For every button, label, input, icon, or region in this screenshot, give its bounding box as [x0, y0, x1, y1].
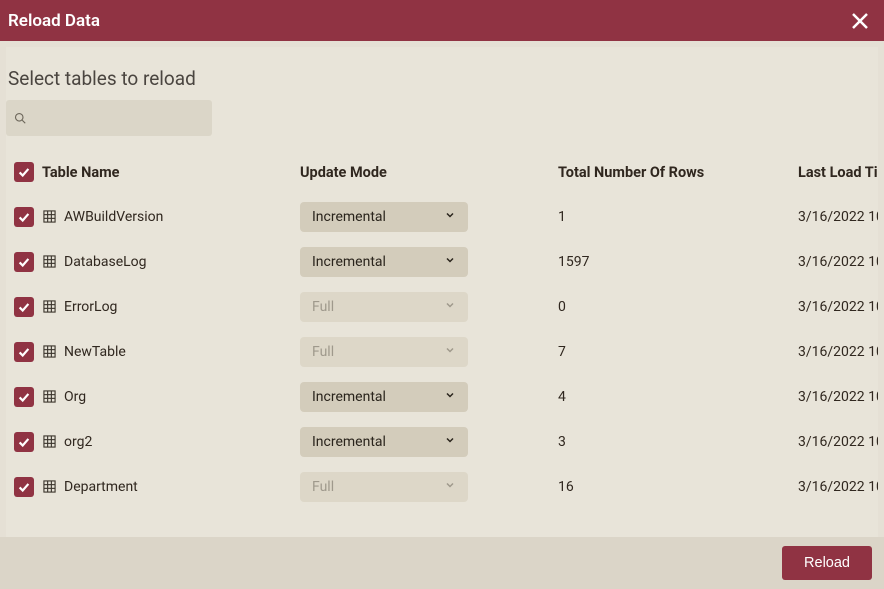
table-row: Org Incremental 43/16/2022 10: [6, 374, 878, 419]
row-count: 7: [558, 344, 798, 360]
check-icon: [17, 255, 31, 269]
table-icon: [42, 390, 56, 404]
tables-grid: Table Name Update Mode Total Number Of R…: [6, 156, 878, 509]
update-mode-value: Full: [312, 344, 334, 360]
update-mode-value: Incremental: [312, 434, 386, 450]
table-row: Department Full 163/16/2022 10: [6, 464, 878, 509]
update-mode-select[interactable]: Incremental: [300, 427, 468, 457]
update-mode-value: Incremental: [312, 209, 386, 225]
row-checkbox[interactable]: [14, 477, 34, 497]
table-name: AWBuildVersion: [64, 209, 163, 225]
chevron-down-icon: [444, 209, 456, 225]
last-load-time: 3/16/2022 10: [798, 344, 878, 360]
table-icon: [42, 255, 56, 269]
col-header-name[interactable]: Table Name: [42, 164, 300, 181]
update-mode-value: Full: [312, 299, 334, 315]
titlebar: Reload Data: [0, 0, 884, 41]
row-count: 1: [558, 209, 798, 225]
table-icon: [42, 210, 56, 224]
close-icon: [851, 12, 869, 30]
row-count: 4: [558, 389, 798, 405]
update-mode-select: Full: [300, 292, 468, 322]
chevron-down-icon: [444, 389, 456, 405]
table-icon: [42, 480, 56, 494]
update-mode-value: Incremental: [312, 254, 386, 270]
select-all-checkbox[interactable]: [14, 162, 34, 182]
row-checkbox[interactable]: [14, 297, 34, 317]
chevron-down-icon: [444, 299, 456, 315]
col-header-time[interactable]: Last Load Time: [798, 164, 878, 181]
update-mode-value: Incremental: [312, 389, 386, 405]
col-header-mode[interactable]: Update Mode: [300, 164, 558, 181]
table-name: org2: [64, 434, 92, 450]
table-name: Department: [64, 479, 138, 495]
check-icon: [17, 210, 31, 224]
dialog-footer: Reload: [0, 537, 884, 589]
update-mode-value: Full: [312, 479, 334, 495]
dialog-body: Select tables to reload Table Name Updat…: [0, 41, 884, 537]
row-count: 16: [558, 479, 798, 495]
row-count: 0: [558, 299, 798, 315]
table-icon: [42, 435, 56, 449]
table-row: NewTable Full 73/16/2022 10: [6, 329, 878, 374]
search-field[interactable]: [6, 100, 212, 136]
last-load-time: 3/16/2022 10: [798, 389, 878, 405]
subheading: Select tables to reload: [6, 47, 878, 100]
row-checkbox[interactable]: [14, 252, 34, 272]
last-load-time: 3/16/2022 10: [798, 254, 878, 270]
chevron-down-icon: [444, 254, 456, 270]
col-header-rows[interactable]: Total Number Of Rows: [558, 164, 798, 181]
dialog-title: Reload Data: [8, 11, 848, 31]
table-row: org2 Incremental 33/16/2022 10: [6, 419, 878, 464]
last-load-time: 3/16/2022 10: [798, 479, 878, 495]
check-icon: [17, 300, 31, 314]
check-icon: [17, 435, 31, 449]
reload-data-dialog: Reload Data Select tables to reload: [0, 0, 884, 589]
last-load-time: 3/16/2022 10: [798, 434, 878, 450]
check-icon: [17, 165, 31, 179]
update-mode-select: Full: [300, 472, 468, 502]
reload-button[interactable]: Reload: [782, 546, 872, 580]
update-mode-select[interactable]: Incremental: [300, 247, 468, 277]
row-checkbox[interactable]: [14, 342, 34, 362]
check-icon: [17, 345, 31, 359]
table-scroll[interactable]: Table Name Update Mode Total Number Of R…: [6, 156, 878, 537]
table-row: DatabaseLog Incremental 15973/16/2022 10: [6, 239, 878, 284]
row-count: 1597: [558, 254, 798, 270]
table-name: NewTable: [64, 344, 126, 360]
search-input[interactable]: [32, 109, 204, 127]
last-load-time: 3/16/2022 10: [798, 299, 878, 315]
row-checkbox[interactable]: [14, 387, 34, 407]
update-mode-select: Full: [300, 337, 468, 367]
table-icon: [42, 345, 56, 359]
chevron-down-icon: [444, 479, 456, 495]
table-name: DatabaseLog: [64, 254, 147, 270]
content-panel: Select tables to reload Table Name Updat…: [6, 47, 878, 537]
table-row: ErrorLog Full 03/16/2022 10: [6, 284, 878, 329]
row-count: 3: [558, 434, 798, 450]
update-mode-select[interactable]: Incremental: [300, 382, 468, 412]
last-load-time: 3/16/2022 10: [798, 209, 878, 225]
check-icon: [17, 480, 31, 494]
chevron-down-icon: [444, 434, 456, 450]
row-checkbox[interactable]: [14, 207, 34, 227]
row-checkbox[interactable]: [14, 432, 34, 452]
table-name: ErrorLog: [64, 299, 117, 315]
chevron-down-icon: [444, 344, 456, 360]
table-row: AWBuildVersion Incremental 13/16/2022 10: [6, 194, 878, 239]
table-header-row: Table Name Update Mode Total Number Of R…: [6, 156, 878, 194]
check-icon: [17, 390, 31, 404]
close-button[interactable]: [848, 9, 872, 33]
table-icon: [42, 300, 56, 314]
update-mode-select[interactable]: Incremental: [300, 202, 468, 232]
search-icon: [14, 112, 26, 124]
table-name: Org: [64, 389, 86, 405]
